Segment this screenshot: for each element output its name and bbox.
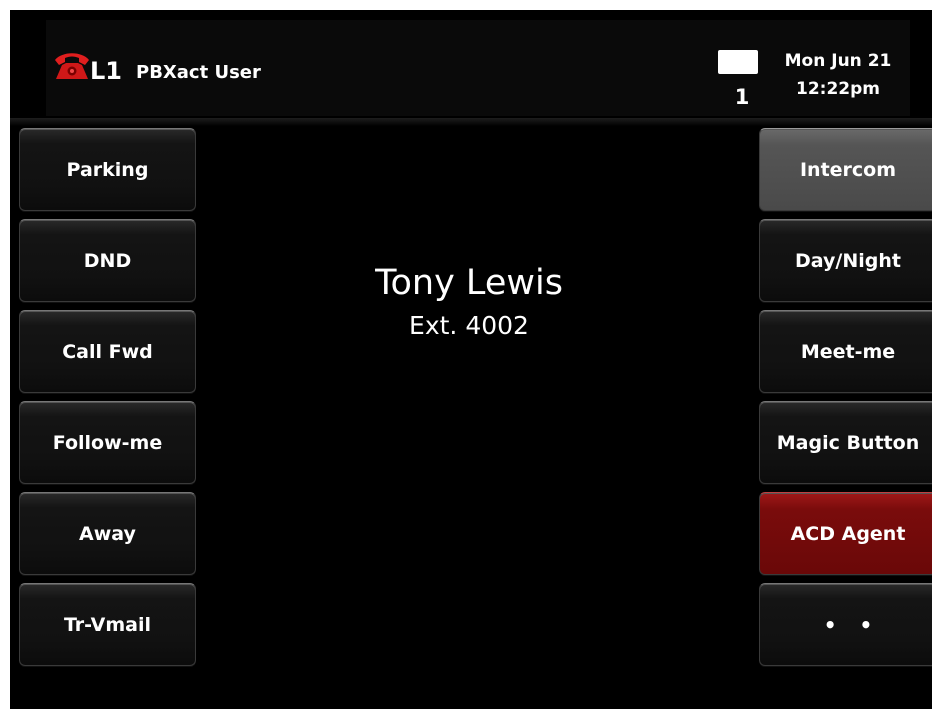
- follow-me-button[interactable]: Follow-me: [19, 401, 196, 484]
- header-divider: [10, 118, 932, 126]
- more-button[interactable]: • •: [759, 583, 932, 666]
- away-button[interactable]: Away: [19, 492, 196, 575]
- message-envelope-icon[interactable]: [718, 50, 758, 74]
- user-name: PBXact User: [136, 62, 261, 83]
- red-phone-handset-icon: [55, 53, 89, 79]
- tr-vmail-button[interactable]: Tr-Vmail: [19, 583, 196, 666]
- parking-button[interactable]: Parking: [19, 128, 196, 211]
- meet-me-button[interactable]: Meet-me: [759, 310, 932, 393]
- status-header: L1 PBXact User 1 Mon Jun 21 12:22pm: [46, 20, 910, 116]
- message-count: 1: [734, 85, 750, 109]
- day-night-button[interactable]: Day/Night: [759, 219, 932, 302]
- date-display: Mon Jun 21: [784, 51, 892, 71]
- time-display: 12:22pm: [796, 79, 880, 99]
- contact-name: Tony Lewis: [375, 263, 563, 303]
- line-indicator: L1: [90, 57, 122, 85]
- dnd-button[interactable]: DND: [19, 219, 196, 302]
- acd-agent-button[interactable]: ACD Agent: [759, 492, 932, 575]
- magic-button[interactable]: Magic Button: [759, 401, 932, 484]
- phone-screen: L1 PBXact User 1 Mon Jun 21 12:22pm Park…: [10, 10, 932, 709]
- call-fwd-button[interactable]: Call Fwd: [19, 310, 196, 393]
- intercom-button[interactable]: Intercom: [759, 128, 932, 211]
- contact-extension: Ext. 4002: [409, 311, 529, 340]
